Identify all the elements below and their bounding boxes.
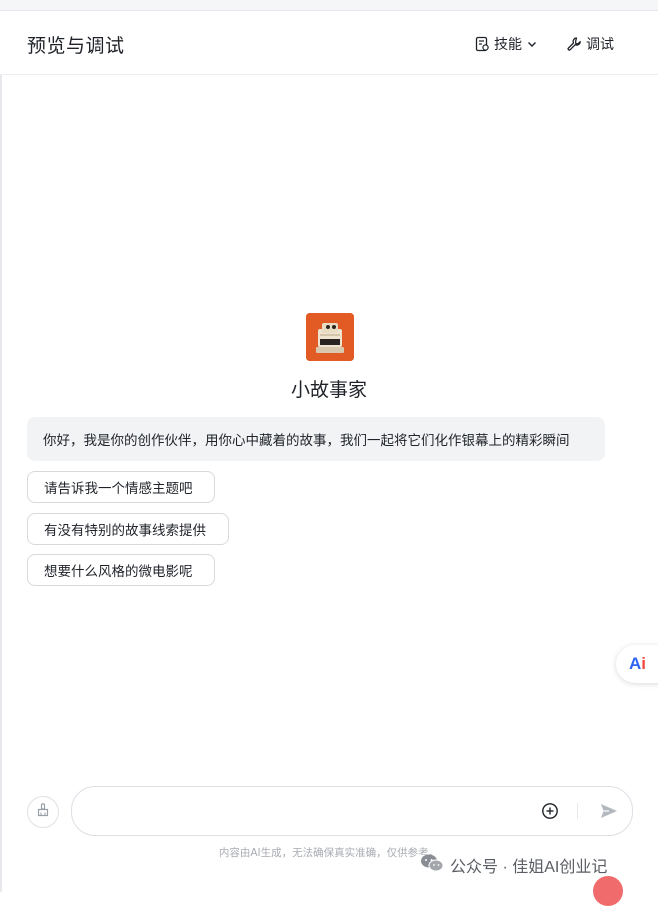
suggested-question[interactable]: 想要什么风格的微电影呢 bbox=[27, 554, 215, 586]
wechat-icon bbox=[420, 853, 444, 878]
clear-context-button[interactable] bbox=[27, 796, 59, 828]
wechat-watermark: 公众号 · 佳姐AI创业记 bbox=[420, 853, 607, 877]
greeting-message: 你好，我是你的创作伙伴，用你心中藏着的故事，我们一起将它们化作银幕上的精彩瞬间 bbox=[27, 417, 605, 461]
ai-badge-letter-a: A bbox=[629, 654, 642, 673]
ai-badge-letter-i: i bbox=[641, 654, 647, 673]
skills-label: 技能 bbox=[494, 37, 522, 53]
window-top-strip bbox=[0, 0, 658, 11]
message-input-box bbox=[71, 786, 633, 836]
greeting-text: 你好，我是你的创作伙伴，用你心中藏着的故事，我们一起将它们化作银幕上的精彩瞬间 bbox=[43, 433, 570, 449]
skills-dropdown-button[interactable]: 技能 bbox=[474, 33, 538, 55]
bot-avatar bbox=[306, 313, 354, 361]
decorative-mascot bbox=[593, 876, 623, 906]
skills-icon bbox=[474, 36, 490, 52]
suggested-question[interactable]: 请告诉我一个情感主题吧 bbox=[27, 471, 215, 503]
chevron-down-icon bbox=[526, 38, 538, 50]
debug-button[interactable]: 调试 bbox=[566, 33, 614, 55]
message-input[interactable] bbox=[90, 799, 534, 825]
send-icon[interactable] bbox=[599, 802, 619, 820]
page-title: 预览与调试 bbox=[27, 35, 125, 57]
wrench-icon bbox=[566, 36, 582, 52]
input-divider bbox=[577, 803, 578, 819]
panel-divider bbox=[0, 10, 2, 892]
suggested-question[interactable]: 有没有特别的故事线索提供 bbox=[27, 513, 229, 545]
add-attachment-icon[interactable] bbox=[541, 802, 559, 820]
broom-icon bbox=[35, 802, 51, 822]
bot-name: 小故事家 bbox=[290, 379, 367, 401]
preview-header: 预览与调试 技能 调试 bbox=[0, 11, 658, 75]
watermark-text: 公众号 · 佳姐AI创业记 bbox=[450, 859, 608, 876]
ai-assistant-badge[interactable]: Ai bbox=[616, 645, 658, 683]
debug-label: 调试 bbox=[586, 37, 614, 53]
